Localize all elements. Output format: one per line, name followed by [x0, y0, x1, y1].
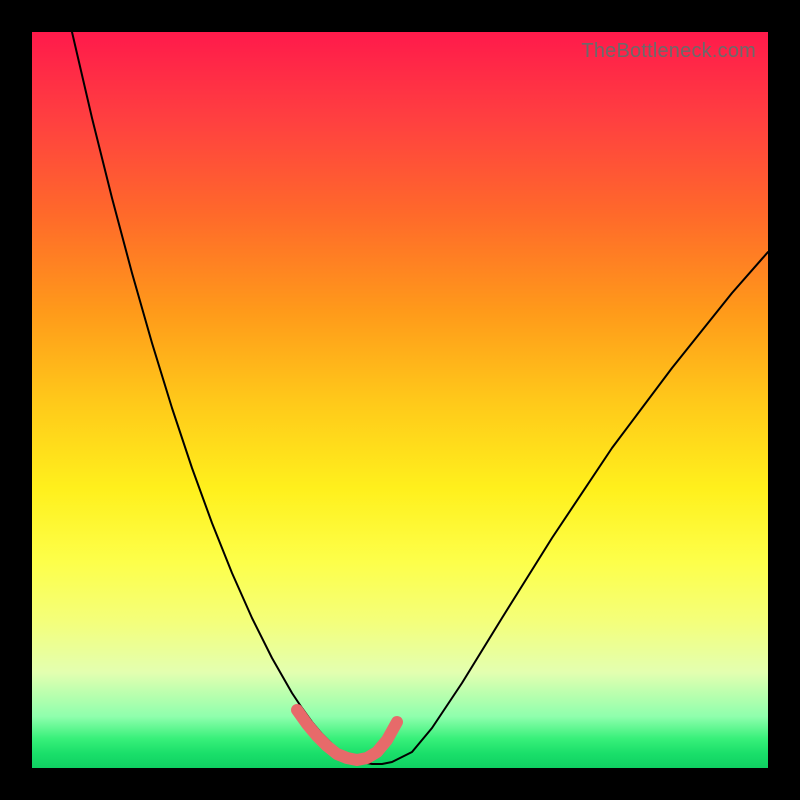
trough-highlight	[297, 710, 397, 760]
bottleneck-curve	[72, 32, 768, 764]
curve-svg	[32, 32, 768, 768]
chart-frame: TheBottleneck.com	[0, 0, 800, 800]
plot-area: TheBottleneck.com	[32, 32, 768, 768]
